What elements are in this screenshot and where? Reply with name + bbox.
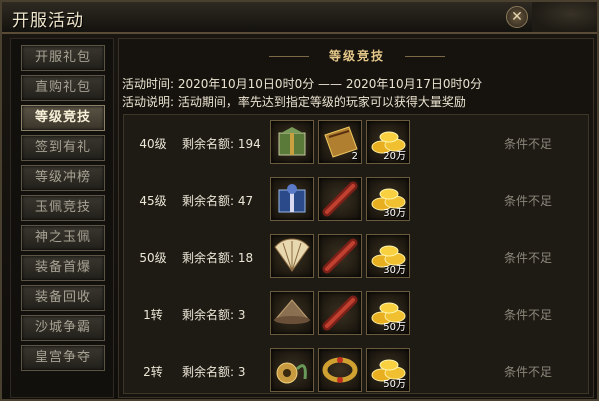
reward-row: 45级 剩余名额: 47 30万 条件不足: [124, 172, 588, 230]
title-bar[interactable]: 开服活动 ✕: [2, 2, 597, 34]
sidebar-item[interactable]: 神之玉佩: [21, 225, 105, 251]
activity-window: 开服活动 ✕ 开服礼包 直购礼包 等级竞技 签到有礼 等级冲榜 玉佩竞技 神之玉佩 装备首爆装…: [0, 0, 599, 401]
item-count: 30万: [383, 265, 406, 276]
claim-status[interactable]: 条件不足: [504, 363, 552, 380]
sidebar-item[interactable]: 签到有礼: [21, 135, 105, 161]
panel-title: 等级竞技: [328, 49, 385, 63]
reward-item-slot[interactable]: [318, 177, 362, 221]
reward-row: 1转 剩余名额: 3 50万 条件不足: [124, 286, 588, 344]
sidebar-item[interactable]: 沙城争霸: [21, 315, 105, 341]
reward-item-slot[interactable]: 30万: [366, 234, 410, 278]
sidebar-item[interactable]: 装备回收: [21, 285, 105, 311]
reward-item-slot[interactable]: 30万: [366, 177, 410, 221]
main-panel: 等级竞技 活动时间: 2020年10月10日0时0分 —— 2020年10月17…: [118, 38, 594, 398]
header-divider-left: [269, 56, 309, 57]
close-button[interactable]: ✕: [506, 6, 528, 28]
reward-row: 50级 剩余名额: 18 30万 条件不足: [124, 229, 588, 287]
reward-item-slot[interactable]: 20万: [366, 120, 410, 164]
window-title: 开服活动: [12, 11, 84, 31]
level-requirement: 45级: [139, 194, 167, 208]
item-count: 20万: [383, 151, 406, 162]
reward-row: 40级 剩余名额: 194 2 20万 条件不足: [124, 115, 588, 173]
dragon-ornament-icon: [532, 2, 597, 32]
claim-status[interactable]: 条件不足: [504, 192, 552, 209]
item-count: 50万: [383, 379, 406, 390]
sidebar-item[interactable]: 开服礼包: [21, 45, 105, 71]
reward-item-slot[interactable]: [318, 234, 362, 278]
reward-item-slot[interactable]: [318, 291, 362, 335]
remaining-quota: 剩余名额: 3: [182, 308, 246, 322]
claim-status[interactable]: 条件不足: [504, 306, 552, 323]
item-count: 2: [351, 151, 358, 162]
reward-item-slot[interactable]: [270, 291, 314, 335]
level-requirement: 50级: [139, 251, 167, 265]
claim-status[interactable]: 条件不足: [504, 135, 552, 152]
remaining-quota: 剩余名额: 194: [182, 137, 261, 151]
level-requirement: 40级: [139, 137, 167, 151]
level-requirement: 1转: [143, 308, 163, 322]
reward-item-slot[interactable]: 2: [318, 120, 362, 164]
reward-item-slot[interactable]: [318, 348, 362, 392]
sidebar-item[interactable]: 装备首爆: [21, 255, 105, 281]
sidebar: 开服礼包直购礼包等级竞技签到有礼等级冲榜玉佩竞技神之玉佩装备首爆装备回收沙城争霸…: [10, 38, 114, 398]
sidebar-item[interactable]: 直购礼包: [21, 75, 105, 101]
item-count: 30万: [383, 208, 406, 219]
activity-description: 活动说明: 活动期间，率先达到指定等级的玩家可以获得大量奖励: [122, 95, 466, 109]
level-requirement: 2转: [143, 365, 163, 379]
reward-item-slot[interactable]: [270, 234, 314, 278]
sidebar-item[interactable]: 等级竞技: [21, 105, 105, 131]
reward-row: 2转 剩余名额: 3 50万 条件不足: [124, 343, 588, 393]
reward-list: 40级 剩余名额: 194 2 20万 条件不足 45级 剩余名额: 47 30万 条件不足 50…: [123, 114, 589, 394]
sidebar-item[interactable]: 皇宫争夺: [21, 345, 105, 371]
close-icon: ✕: [511, 9, 523, 25]
claim-status[interactable]: 条件不足: [504, 249, 552, 266]
reward-item-slot[interactable]: [270, 348, 314, 392]
activity-time: 活动时间: 2020年10月10日0时0分 —— 2020年10月17日0时0分: [122, 77, 483, 91]
reward-item-slot[interactable]: [270, 177, 314, 221]
reward-item-slot[interactable]: 50万: [366, 348, 410, 392]
item-count: 50万: [383, 322, 406, 333]
reward-item-slot[interactable]: 50万: [366, 291, 410, 335]
remaining-quota: 剩余名额: 47: [182, 194, 254, 208]
remaining-quota: 剩余名额: 18: [182, 251, 254, 265]
header-divider-right: [405, 56, 445, 57]
sidebar-item[interactable]: 玉佩竞技: [21, 195, 105, 221]
reward-item-slot[interactable]: [270, 120, 314, 164]
sidebar-item[interactable]: 等级冲榜: [21, 165, 105, 191]
remaining-quota: 剩余名额: 3: [182, 365, 246, 379]
panel-header: 等级竞技: [269, 47, 445, 65]
